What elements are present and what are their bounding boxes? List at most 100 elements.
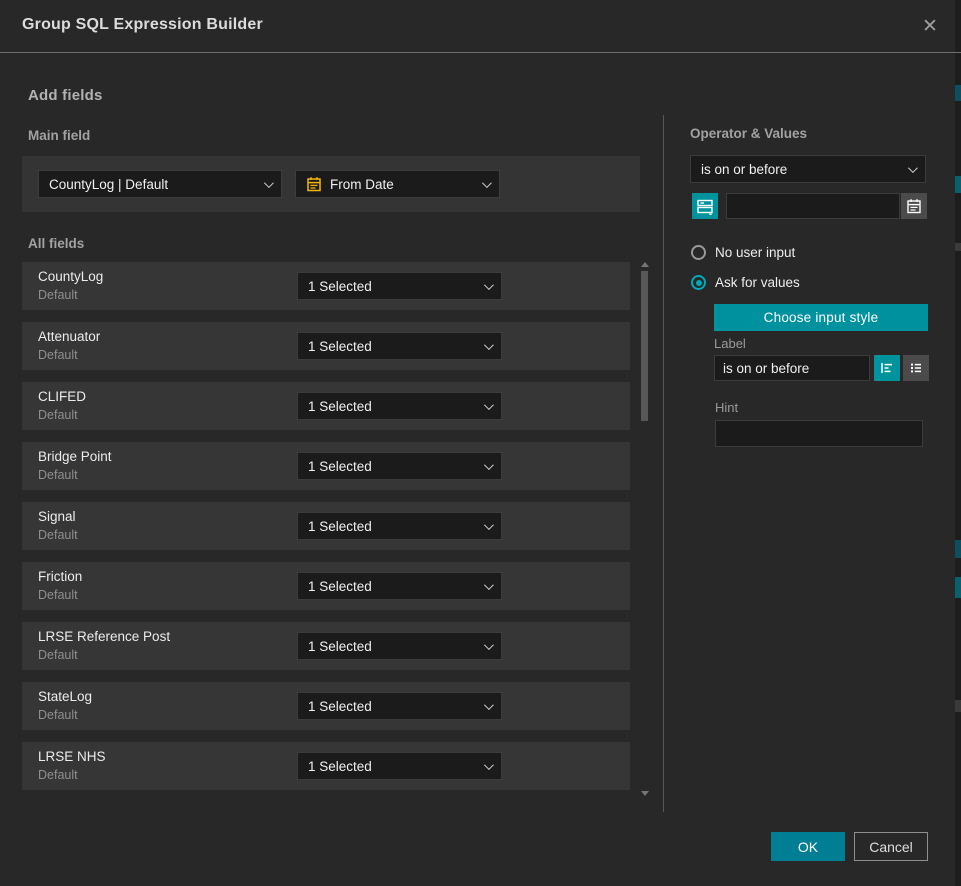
field-selection-dropdown[interactable]: 1 Selected — [297, 392, 502, 420]
field-name: StateLog — [38, 689, 92, 704]
input-style-single-toggle[interactable] — [874, 355, 900, 381]
choose-input-style-button[interactable]: Choose input style — [714, 304, 928, 331]
edge-fragment — [955, 243, 961, 251]
field-row: StateLog Default 1 Selected — [22, 682, 630, 730]
field-name: CLIFED — [38, 389, 86, 404]
bulleted-list-icon — [908, 360, 924, 376]
chevron-down-icon — [484, 340, 494, 350]
field-sublabel: Default — [38, 648, 78, 662]
field-selection-dropdown[interactable]: 1 Selected — [297, 512, 502, 540]
field-name: Bridge Point — [38, 449, 112, 464]
chevron-down-icon — [482, 178, 492, 188]
field-sublabel: Default — [38, 348, 78, 362]
chevron-down-icon — [484, 640, 494, 650]
operator-values-heading: Operator & Values — [690, 126, 807, 141]
edge-fragment — [955, 540, 961, 558]
dialog-titlebar: Group SQL Expression Builder ✕ — [0, 0, 956, 52]
close-icon: ✕ — [922, 15, 938, 38]
field-row: Bridge Point Default 1 Selected — [22, 442, 630, 490]
label-input[interactable] — [714, 355, 870, 381]
field-selection-dropdown[interactable]: 1 Selected — [297, 572, 502, 600]
field-name: CountyLog — [38, 269, 103, 284]
field-name: Friction — [38, 569, 82, 584]
main-layer-select-value: CountyLog | Default — [49, 177, 256, 192]
calendar-icon — [306, 176, 322, 192]
chevron-down-icon — [484, 520, 494, 530]
field-selection-value: 1 Selected — [308, 339, 476, 354]
field-sublabel: Default — [38, 468, 78, 482]
chevron-down-icon — [484, 460, 494, 470]
field-sublabel: Default — [38, 288, 78, 302]
field-sublabel: Default — [38, 408, 78, 422]
cancel-button[interactable]: Cancel — [854, 832, 928, 861]
field-selection-value: 1 Selected — [308, 579, 476, 594]
add-fields-heading: Add fields — [28, 87, 103, 104]
field-selection-dropdown[interactable]: 1 Selected — [297, 332, 502, 360]
radio-no-user-input[interactable]: No user input — [691, 245, 795, 260]
value-input[interactable] — [726, 193, 900, 219]
align-left-icon — [879, 360, 895, 376]
field-sublabel: Default — [38, 708, 78, 722]
input-style-list-toggle[interactable] — [903, 355, 929, 381]
field-selection-dropdown[interactable]: 1 Selected — [297, 452, 502, 480]
hint-field-label: Hint — [715, 400, 738, 415]
main-field-panel: CountyLog | Default From Date — [22, 156, 640, 212]
field-selection-dropdown[interactable]: 1 Selected — [297, 752, 502, 780]
scrollbar-thumb[interactable] — [641, 271, 648, 421]
radio-icon — [691, 275, 706, 290]
chevron-down-icon — [484, 700, 494, 710]
panel-divider — [663, 115, 664, 812]
radio-label: Ask for values — [715, 275, 800, 290]
close-button[interactable]: ✕ — [916, 12, 944, 40]
chevron-down-icon — [484, 580, 494, 590]
edge-fragment — [955, 577, 961, 598]
main-field-select[interactable]: From Date — [295, 170, 500, 198]
field-selection-dropdown[interactable]: 1 Selected — [297, 272, 502, 300]
all-fields-label: All fields — [28, 236, 84, 251]
field-row: CLIFED Default 1 Selected — [22, 382, 630, 430]
scroll-up-arrow-icon[interactable] — [641, 262, 649, 267]
field-row: CountyLog Default 1 Selected — [22, 262, 630, 310]
field-selection-dropdown[interactable]: 1 Selected — [297, 692, 502, 720]
hint-input[interactable] — [715, 420, 923, 447]
radio-ask-for-values[interactable]: Ask for values — [691, 275, 800, 290]
field-name: LRSE NHS — [38, 749, 106, 764]
edge-fragment — [955, 176, 961, 193]
chevron-down-icon — [264, 178, 274, 188]
label-field-label: Label — [714, 336, 746, 351]
main-field-label: Main field — [28, 128, 90, 143]
edge-fragment — [955, 700, 961, 712]
titlebar-divider — [0, 52, 961, 53]
date-picker-button[interactable] — [901, 193, 927, 219]
field-row: Signal Default 1 Selected — [22, 502, 630, 550]
ok-button[interactable]: OK — [771, 832, 845, 861]
input-type-button[interactable] — [692, 193, 718, 219]
main-layer-select[interactable]: CountyLog | Default — [38, 170, 282, 198]
field-selection-dropdown[interactable]: 1 Selected — [297, 632, 502, 660]
field-selection-value: 1 Selected — [308, 519, 476, 534]
chevron-down-icon — [484, 400, 494, 410]
dialog-title: Group SQL Expression Builder — [22, 16, 263, 34]
fields-list-scrollbar — [639, 262, 651, 796]
chevron-down-icon — [484, 280, 494, 290]
radio-label: No user input — [715, 245, 795, 260]
radio-icon — [691, 245, 706, 260]
background-page-sliver — [955, 0, 961, 886]
all-fields-list: CountyLog Default 1 Selected Attenuator … — [22, 262, 630, 802]
field-row: LRSE NHS Default 1 Selected — [22, 742, 630, 790]
operator-select[interactable]: is on or before — [690, 155, 926, 183]
field-row: Attenuator Default 1 Selected — [22, 322, 630, 370]
calendar-icon — [906, 198, 922, 214]
field-row: LRSE Reference Post Default 1 Selected — [22, 622, 630, 670]
field-selection-value: 1 Selected — [308, 279, 476, 294]
unique-values-icon — [696, 197, 714, 215]
field-selection-value: 1 Selected — [308, 759, 476, 774]
field-selection-value: 1 Selected — [308, 699, 476, 714]
field-selection-value: 1 Selected — [308, 639, 476, 654]
scroll-down-arrow-icon[interactable] — [641, 791, 649, 796]
field-sublabel: Default — [38, 768, 78, 782]
field-name: Attenuator — [38, 329, 100, 344]
chevron-down-icon — [908, 163, 918, 173]
edge-fragment — [955, 85, 961, 101]
field-selection-value: 1 Selected — [308, 459, 476, 474]
